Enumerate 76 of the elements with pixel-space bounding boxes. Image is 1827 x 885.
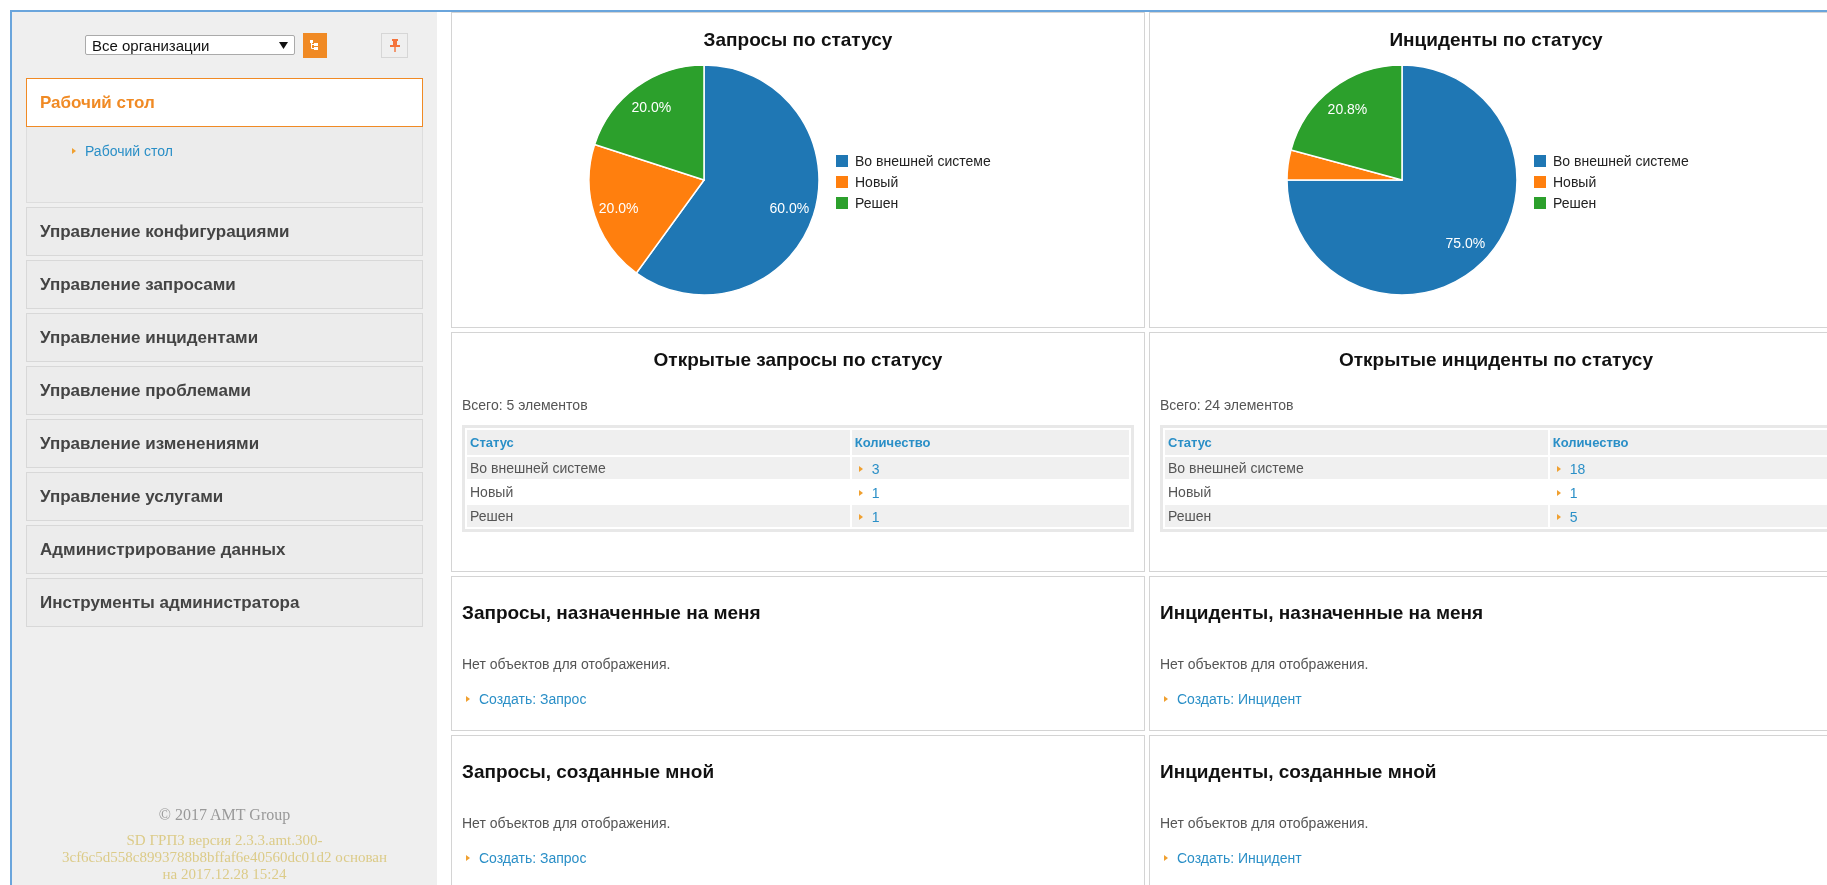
copyright-text: © 2017 AMT Group <box>157 806 292 824</box>
active-section-header[interactable]: Рабочий стол <box>26 78 423 127</box>
table-cell: Решен <box>467 505 850 527</box>
version-text: SD ГРПЗ версия 2.3.3.amt.300- <box>125 832 324 849</box>
column-header[interactable]: Статус <box>1165 430 1548 455</box>
bullet-icon <box>1556 490 1561 496</box>
legend-label: Решен <box>855 195 899 211</box>
data-label: 20.0% <box>631 99 672 116</box>
empty-message: Нет объектов для отображения. <box>462 815 672 831</box>
count-link[interactable]: 1 <box>871 485 880 501</box>
empty-message: Нет объектов для отображения. <box>1160 656 1370 672</box>
data-label: 20.0% <box>598 199 639 216</box>
bullet-icon <box>858 490 863 496</box>
section-header[interactable]: Управление конфигурациями <box>26 207 423 256</box>
table-cell: Решен <box>1165 505 1548 527</box>
count-link[interactable]: 18 <box>1569 461 1586 477</box>
data-label: 60.0% <box>769 199 810 216</box>
bullet-icon <box>466 855 470 861</box>
legend-label: Новый <box>855 174 899 190</box>
panel-title: Запросы, назначенные на меня <box>462 602 762 624</box>
total-count: Всего: 5 элементов <box>462 397 589 413</box>
section-header[interactable]: Управление услугами <box>26 472 423 521</box>
create-link[interactable]: Создать: Запрос <box>479 691 587 707</box>
column-header[interactable]: Количество <box>1549 430 1827 455</box>
legend-label: Решен <box>1553 195 1597 211</box>
bullet-icon <box>72 148 76 154</box>
section-header[interactable]: Управление проблемами <box>26 366 423 415</box>
version-text: на 2017.12.28 15:24 <box>161 866 288 883</box>
bullet-icon <box>858 466 863 472</box>
bullet-icon <box>1556 466 1561 472</box>
create-link[interactable]: Создать: Инцидент <box>1177 850 1302 866</box>
empty-message: Нет объектов для отображения. <box>1160 815 1370 831</box>
total-count: Всего: 24 элементов <box>1160 397 1295 413</box>
organization-select[interactable]: Все организации <box>85 35 295 55</box>
version-text: 3cf6c5d558c8993788b8bffaf6e40560dc01d2 основан <box>60 849 388 866</box>
submenu-link[interactable]: Рабочий стол <box>85 143 173 159</box>
caret-icon <box>279 41 288 49</box>
column-header[interactable]: Статус <box>467 430 850 455</box>
table-cell: Во внешней системе <box>467 457 850 479</box>
bullet-icon <box>466 696 470 702</box>
panel-title: Открытые запросы по статусу <box>652 349 944 371</box>
tree-button[interactable] <box>303 32 327 58</box>
create-link[interactable]: Создать: Запрос <box>479 850 587 866</box>
bullet-icon <box>1164 696 1168 702</box>
table-cell: Во внешней системе <box>1165 457 1548 479</box>
data-label: 75.0% <box>1445 235 1486 252</box>
table-cell-text: Новый <box>469 483 515 502</box>
chart-title: Инциденты по статусу <box>1388 29 1604 51</box>
empty-message: Нет объектов для отображения. <box>462 656 672 672</box>
section-header[interactable]: Управление инцидентами <box>26 313 423 362</box>
chart-title: Запросы по статусу <box>702 29 894 51</box>
legend-label: Новый <box>1553 174 1597 190</box>
panel-title: Открытые инциденты по статусу <box>1337 349 1654 371</box>
count-link[interactable]: 1 <box>871 509 880 525</box>
pin-button[interactable] <box>381 32 408 58</box>
data-label: 20.8% <box>1327 100 1368 117</box>
count-link[interactable]: 5 <box>1569 509 1578 525</box>
pin-icon <box>389 38 400 52</box>
section-header[interactable]: Инструменты администратора <box>26 578 423 627</box>
bullet-icon <box>858 514 863 520</box>
section-header[interactable]: Управление изменениями <box>26 419 423 468</box>
section-header[interactable]: Управление запросами <box>26 260 423 309</box>
column-header[interactable]: Количество <box>851 430 1129 455</box>
tree-icon <box>309 39 321 51</box>
section-header[interactable]: Администрирование данных <box>26 525 423 574</box>
bullet-icon <box>1556 514 1561 520</box>
create-link[interactable]: Создать: Инцидент <box>1177 691 1302 707</box>
count-link[interactable]: 1 <box>1569 485 1578 501</box>
bullet-icon <box>1164 855 1168 861</box>
legend-label: Во внешней системе <box>855 153 991 169</box>
panel-title: Запросы, созданные мной <box>462 761 716 783</box>
count-link[interactable]: 3 <box>871 461 880 477</box>
panel-title: Инциденты, созданные мной <box>1160 761 1438 783</box>
panel-title: Инциденты, назначенные на меня <box>1160 602 1485 624</box>
table-cell-text: Новый <box>1167 483 1213 502</box>
legend-label: Во внешней системе <box>1553 153 1689 169</box>
